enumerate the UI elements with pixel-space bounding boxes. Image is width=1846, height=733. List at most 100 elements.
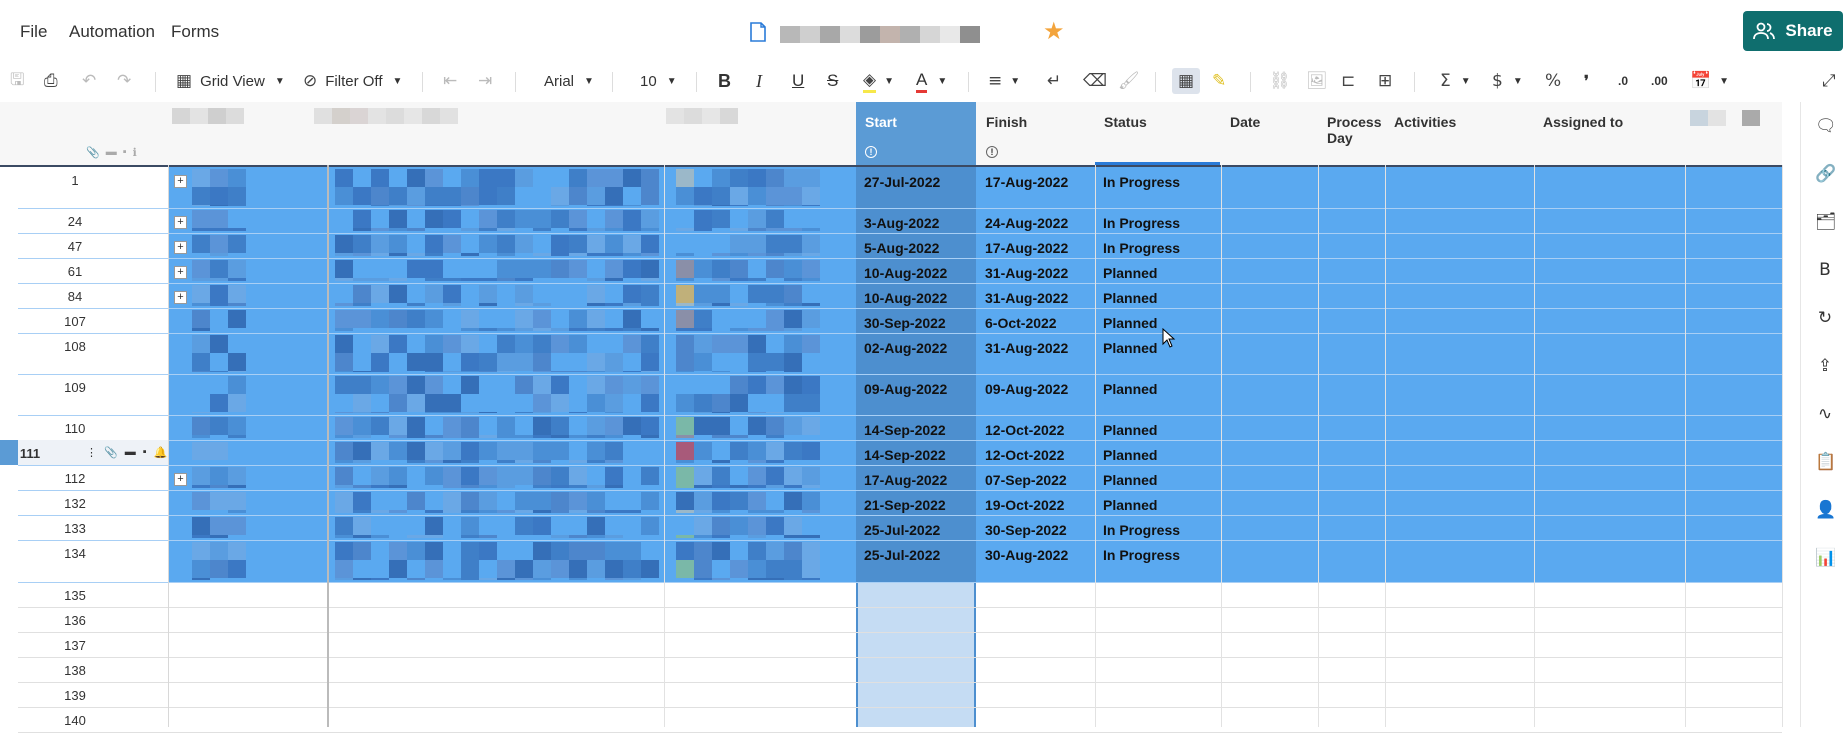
cell-status[interactable]: Planned bbox=[1095, 283, 1220, 306]
chart-icon[interactable]: 📊 bbox=[1815, 548, 1836, 568]
row-number[interactable]: 110 bbox=[0, 415, 150, 440]
expand-row-icon[interactable]: + bbox=[174, 216, 187, 229]
attachment-icon[interactable]: 📎 bbox=[104, 446, 118, 459]
expand-icon[interactable]: ⤢ bbox=[1822, 68, 1836, 94]
cell-finish[interactable]: 07-Sep-2022 bbox=[977, 465, 1094, 488]
expand-row-icon[interactable]: + bbox=[174, 291, 187, 304]
cell-start[interactable]: 10-Aug-2022 bbox=[856, 283, 976, 306]
cell-start[interactable]: 25-Jul-2022 bbox=[856, 540, 976, 563]
publish-icon[interactable]: ⇪ bbox=[1815, 356, 1835, 376]
row-number[interactable]: 112 bbox=[0, 465, 150, 490]
cell-start[interactable]: 25-Jul-2022 bbox=[856, 515, 976, 538]
image-icon[interactable]: 🖼 bbox=[1306, 68, 1328, 94]
cell-start[interactable]: 09-Aug-2022 bbox=[856, 374, 976, 397]
increase-decimal-icon[interactable]: .00 bbox=[1651, 68, 1668, 94]
comment-icon[interactable]: ▬ bbox=[125, 446, 136, 459]
align-left-icon[interactable]: ≡ ▼ bbox=[988, 68, 1020, 94]
expand-row-icon[interactable]: + bbox=[174, 241, 187, 254]
date-format-icon[interactable]: 📅 ▼ bbox=[1690, 68, 1729, 94]
row-number[interactable]: 139 bbox=[0, 682, 150, 707]
save-icon[interactable]: 🖫 bbox=[10, 68, 24, 94]
row-number[interactable]: 24 bbox=[0, 208, 150, 233]
sum-icon[interactable]: Σ ▼ bbox=[1440, 68, 1471, 94]
expand-row-icon[interactable]: + bbox=[174, 266, 187, 279]
cell-finish[interactable]: 31-Aug-2022 bbox=[977, 333, 1094, 356]
cell-finish[interactable]: 30-Sep-2022 bbox=[977, 515, 1094, 538]
cell-status[interactable]: Planned bbox=[1095, 465, 1220, 488]
percent-icon[interactable]: % bbox=[1545, 68, 1561, 94]
proof-icon[interactable]: ▪ bbox=[143, 446, 147, 459]
row-number[interactable]: 108 bbox=[0, 333, 150, 374]
activity-log-icon[interactable]: ∿ bbox=[1815, 404, 1835, 424]
row-number[interactable]: 137 bbox=[0, 632, 150, 657]
cell-status[interactable]: Planned bbox=[1095, 333, 1220, 356]
cell-start[interactable]: 14-Sep-2022 bbox=[856, 415, 976, 438]
row-number[interactable]: 138 bbox=[0, 657, 150, 682]
row-number[interactable]: 140 bbox=[0, 707, 150, 732]
cell-start[interactable]: 5-Aug-2022 bbox=[856, 233, 976, 256]
row-number[interactable]: 135 bbox=[0, 582, 150, 607]
cell-status[interactable]: Planned bbox=[1095, 490, 1220, 513]
cell-finish[interactable]: 17-Aug-2022 bbox=[977, 167, 1094, 190]
outdent-icon[interactable]: ⇤ bbox=[443, 68, 457, 94]
summary-icon[interactable]: 📋 bbox=[1815, 452, 1836, 472]
cell-start[interactable]: 3-Aug-2022 bbox=[856, 208, 976, 231]
cell-status[interactable]: Planned bbox=[1095, 308, 1220, 331]
row-number[interactable]: 111 bbox=[0, 440, 105, 465]
text-color-icon[interactable]: A ▼ bbox=[916, 68, 947, 94]
dependencies-icon[interactable]: ⊏ bbox=[1341, 68, 1355, 94]
cell-status[interactable]: Planned bbox=[1095, 258, 1220, 281]
cell-status[interactable]: In Progress bbox=[1095, 233, 1220, 256]
cell-finish[interactable]: 31-Aug-2022 bbox=[977, 258, 1094, 281]
font-size-select[interactable]: 10 ▼ bbox=[640, 68, 677, 94]
cell-start[interactable]: 14-Sep-2022 bbox=[856, 440, 976, 463]
menu-automation[interactable]: Automation bbox=[69, 22, 155, 42]
row-number[interactable]: 107 bbox=[0, 308, 150, 333]
underline-icon[interactable]: U bbox=[792, 68, 804, 94]
clear-format-icon[interactable]: ⌫ bbox=[1083, 68, 1107, 94]
decrease-decimal-icon[interactable]: .0 bbox=[1618, 68, 1628, 94]
undo-icon[interactable]: ↶ bbox=[82, 68, 96, 94]
cell-status[interactable]: In Progress bbox=[1095, 208, 1220, 231]
currency-icon[interactable]: $ ▼ bbox=[1492, 68, 1523, 94]
link-icon[interactable]: ⛓ bbox=[1269, 68, 1291, 94]
menu-forms[interactable]: Forms bbox=[171, 22, 219, 42]
highlight-changes-icon[interactable]: ✎ bbox=[1212, 68, 1226, 94]
cell-start[interactable]: 21-Sep-2022 bbox=[856, 490, 976, 513]
filter-menu[interactable]: ⊘ Filter Off ▼ bbox=[303, 68, 402, 94]
cell-status[interactable]: Planned bbox=[1095, 440, 1220, 463]
cell-finish[interactable]: 31-Aug-2022 bbox=[977, 283, 1094, 306]
row-number[interactable]: 133 bbox=[0, 515, 150, 540]
card-view-icon[interactable]: ⊞ bbox=[1378, 68, 1392, 94]
bold-icon[interactable]: B bbox=[718, 68, 731, 94]
cell-finish[interactable]: 12-Oct-2022 bbox=[977, 440, 1094, 463]
proofs-icon[interactable]: 🗂 bbox=[1815, 212, 1837, 232]
cell-finish[interactable]: 19-Oct-2022 bbox=[977, 490, 1094, 513]
people-icon[interactable]: 👤 bbox=[1815, 500, 1836, 520]
cell-finish[interactable]: 30-Aug-2022 bbox=[977, 540, 1094, 563]
cell-status[interactable]: Planned bbox=[1095, 374, 1220, 397]
expand-row-icon[interactable]: + bbox=[174, 175, 187, 188]
cell-finish[interactable]: 09-Aug-2022 bbox=[977, 374, 1094, 397]
row-number[interactable]: 84 bbox=[0, 283, 150, 308]
row-number[interactable]: 136 bbox=[0, 607, 150, 632]
cell-start[interactable]: 02-Aug-2022 bbox=[856, 333, 976, 356]
fill-color-icon[interactable]: ◈ ▼ bbox=[863, 68, 894, 94]
favorite-star-icon[interactable]: ★ bbox=[1043, 20, 1065, 44]
cell-status[interactable]: In Progress bbox=[1095, 515, 1220, 538]
cell-finish[interactable]: 6-Oct-2022 bbox=[977, 308, 1094, 331]
row-number[interactable]: 109 bbox=[0, 374, 150, 415]
cell-start[interactable]: 10-Aug-2022 bbox=[856, 258, 976, 281]
cell-finish[interactable]: 12-Oct-2022 bbox=[977, 415, 1094, 438]
cell-status[interactable]: In Progress bbox=[1095, 540, 1220, 563]
automation-icon[interactable]: ↻ bbox=[1815, 308, 1835, 328]
wrap-text-icon[interactable]: ↵ bbox=[1047, 68, 1061, 94]
row-number[interactable]: 1 bbox=[0, 167, 150, 208]
expand-row-icon[interactable]: + bbox=[174, 473, 187, 486]
row-number[interactable]: 134 bbox=[0, 540, 150, 582]
row-number[interactable]: 132 bbox=[0, 490, 150, 515]
format-painter-icon[interactable]: 🖌 bbox=[1118, 68, 1140, 94]
cell-status[interactable]: In Progress bbox=[1095, 167, 1220, 190]
print-icon[interactable]: ⎙ bbox=[44, 68, 58, 94]
redo-icon[interactable]: ↷ bbox=[117, 68, 131, 94]
